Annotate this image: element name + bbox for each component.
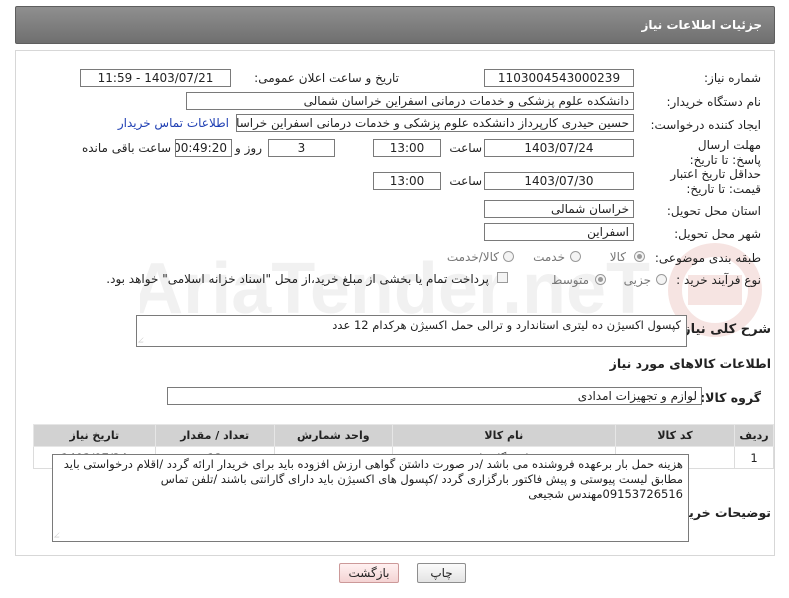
description-field: کپسول اکسیژن ده لیتری استاندارد و ترالی … bbox=[136, 315, 687, 347]
col-item-code: کد کالا bbox=[614, 424, 736, 447]
page-title: جزئیات اطلاعات نیاز bbox=[641, 18, 762, 32]
buyer-org-label: نام دستگاه خریدار: bbox=[666, 95, 762, 109]
treasury-payment-checkbox[interactable] bbox=[497, 272, 508, 283]
reply-deadline-time-field: 13:00 bbox=[373, 139, 441, 157]
category-option-service: خدمت bbox=[533, 250, 565, 264]
remaining-time-field: 00:49:20 bbox=[175, 139, 232, 157]
description-label: شرح کلی نیاز: bbox=[677, 322, 771, 337]
process-radio-medium[interactable] bbox=[595, 274, 606, 285]
category-radio-service[interactable] bbox=[570, 251, 581, 262]
announce-datetime-label: تاریخ و ساعت اعلان عمومی: bbox=[254, 71, 399, 85]
col-quantity: تعداد / مقدار bbox=[154, 424, 275, 447]
price-validity-time-label: ساعت bbox=[449, 174, 482, 188]
reply-deadline-days-field: 3 bbox=[268, 139, 335, 157]
delivery-city-field: اسفراین bbox=[484, 223, 634, 241]
requester-field: حسین حیدری کارپرداز دانشکده علوم پزشکی و… bbox=[236, 114, 634, 132]
process-option-minor: جزیی bbox=[623, 273, 651, 287]
goods-group-label: گروه کالا: bbox=[700, 390, 761, 405]
process-radio-minor[interactable] bbox=[656, 274, 667, 285]
category-label: طبقه بندی موضوعی: bbox=[654, 251, 761, 265]
col-need-date: تاریخ نیاز bbox=[33, 424, 156, 447]
reply-deadline-time-label: ساعت bbox=[449, 141, 482, 155]
goods-section-title: اطلاعات کالاهای مورد نیاز bbox=[609, 356, 771, 371]
process-option-medium: متوسط bbox=[551, 273, 589, 287]
announce-datetime-field: 1403/07/21 - 11:59 bbox=[80, 69, 231, 87]
buyer-org-field: دانشکده علوم پزشکی و خدمات درمانی اسفرای… bbox=[186, 92, 634, 110]
table-header-row: ردیف کد کالا نام کالا واحد شمارش تعداد /… bbox=[33, 424, 774, 447]
reply-deadline-label: مهلت ارسال پاسخ: تا تاریخ: bbox=[689, 138, 761, 167]
page-header: جزئیات اطلاعات نیاز bbox=[15, 6, 775, 44]
days-label: روز و bbox=[235, 141, 262, 155]
notes-resize-handle[interactable] bbox=[54, 532, 64, 538]
category-radio-goods-service[interactable] bbox=[503, 251, 514, 262]
price-validity-label: حداقل تاریخ اعتبار قیمت: تا تاریخ: bbox=[670, 167, 761, 196]
col-row-number: ردیف bbox=[734, 424, 774, 447]
category-option-goods: کالا bbox=[609, 250, 626, 264]
category-radio-goods[interactable] bbox=[634, 251, 645, 262]
process-type-label: نوع فرآیند خرید : bbox=[676, 273, 761, 287]
buyer-notes-text: هزینه حمل بار برعهده فروشنده می باشد /در… bbox=[63, 457, 683, 501]
price-validity-date-field: 1403/07/30 bbox=[484, 172, 634, 190]
need-number-label: شماره نیاز: bbox=[704, 71, 761, 85]
back-button[interactable]: بازگشت bbox=[339, 563, 399, 583]
delivery-province-field: خراسان شمالی bbox=[484, 200, 634, 218]
col-unit: واحد شمارش bbox=[273, 424, 393, 447]
col-item-name: نام کالا bbox=[391, 424, 616, 447]
treasury-payment-note: پرداخت تمام یا بخشی از مبلغ خرید،از محل … bbox=[106, 272, 489, 286]
price-validity-time-field: 13:00 bbox=[373, 172, 441, 190]
need-number-field: 1103004543000239 bbox=[484, 69, 634, 87]
delivery-province-label: استان محل تحویل: bbox=[666, 204, 761, 218]
buyer-contact-link[interactable]: اطلاعات تماس خریدار bbox=[118, 116, 229, 130]
print-button[interactable]: چاپ bbox=[417, 563, 466, 583]
requester-label: ایجاد کننده درخواست: bbox=[650, 118, 761, 132]
goods-group-field: لوازم و تجهیزات امدادی bbox=[167, 387, 702, 405]
resize-handle[interactable] bbox=[138, 337, 148, 343]
reply-deadline-date-field: 1403/07/24 bbox=[484, 139, 634, 157]
category-option-goods-service: کالا/خدمت bbox=[446, 250, 499, 264]
cell-row-number: 1 bbox=[734, 446, 774, 469]
description-text: کپسول اکسیژن ده لیتری استاندارد و ترالی … bbox=[332, 318, 681, 332]
buyer-notes-field: هزینه حمل بار برعهده فروشنده می باشد /در… bbox=[52, 454, 689, 542]
remaining-time-label: ساعت باقی مانده bbox=[81, 141, 171, 155]
delivery-city-label: شهر محل تحویل: bbox=[674, 227, 761, 241]
